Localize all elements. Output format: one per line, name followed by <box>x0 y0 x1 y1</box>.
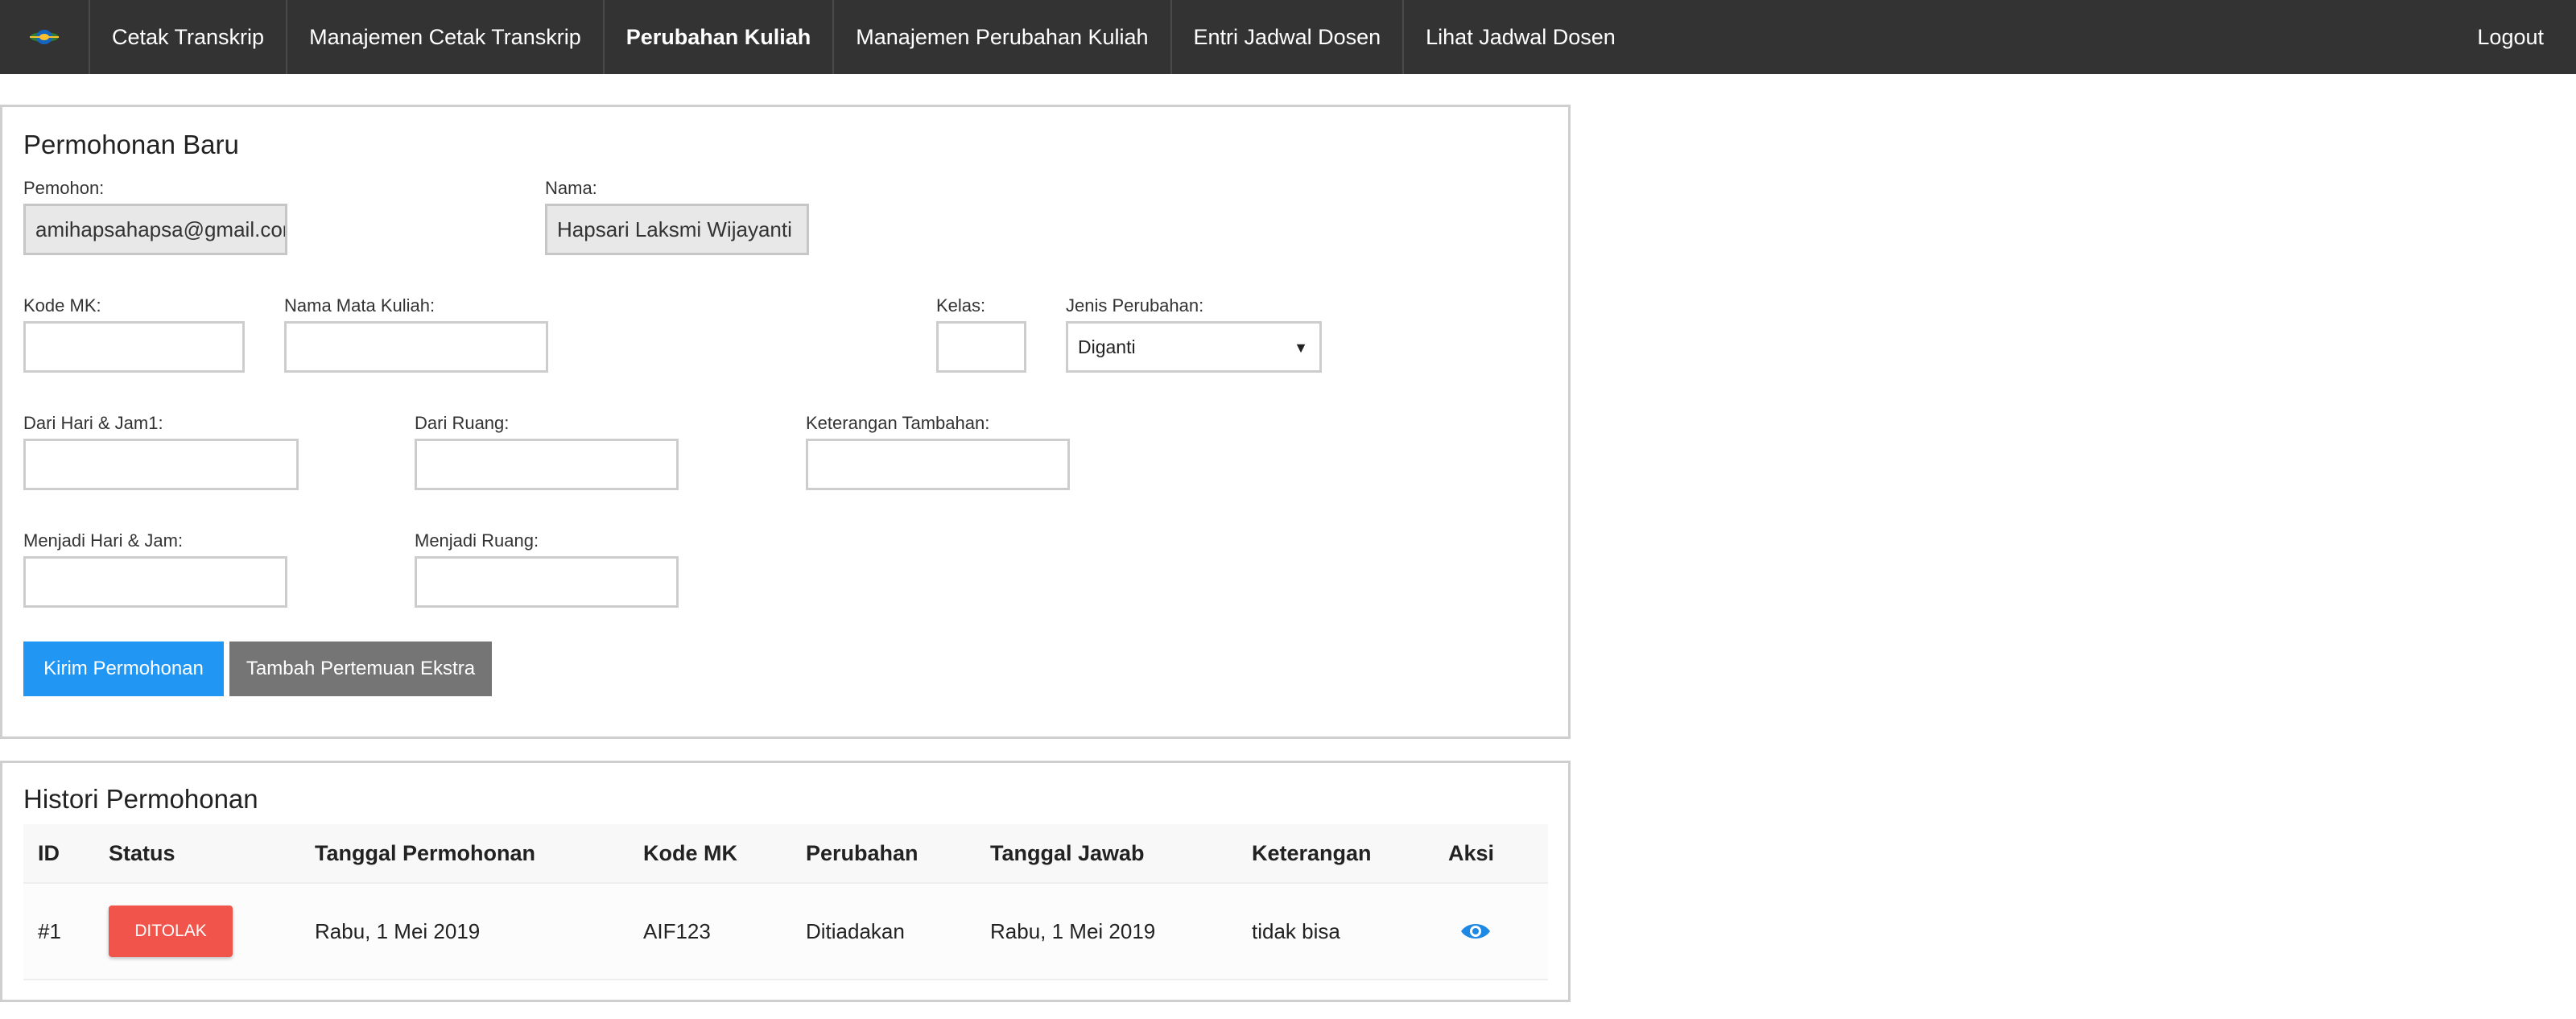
header-kode-mk: Kode MK <box>643 840 737 865</box>
kode-mk-field[interactable] <box>23 321 245 373</box>
status-badge: DITOLAK <box>109 906 233 957</box>
nama-label: Nama: <box>545 178 597 198</box>
nama-mk-field[interactable] <box>284 321 548 373</box>
nav-manajemen-perubahan-kuliah[interactable]: Manajemen Perubahan Kuliah <box>834 0 1172 74</box>
nav-manajemen-cetak-transkrip[interactable]: Manajemen Cetak Transkrip <box>287 0 605 74</box>
row-keterangan: tidak bisa <box>1252 918 1340 943</box>
dari-ruang-label: Dari Ruang: <box>415 413 510 433</box>
university-logo-icon <box>30 30 59 44</box>
kelas-label: Kelas: <box>936 295 986 316</box>
header-tanggal-permohonan: Tanggal Permohonan <box>315 840 536 865</box>
history-table: ID Status Tanggal Permohonan Kode MK Per… <box>23 824 1548 980</box>
nama-mk-label: Nama Mata Kuliah: <box>284 295 436 316</box>
row-tanggal-jawab: Rabu, 1 Mei 2019 <box>990 918 1156 943</box>
row-id: #1 <box>38 918 61 943</box>
dari-hari-field[interactable] <box>23 439 299 490</box>
logo[interactable] <box>0 0 90 74</box>
tambah-pertemuan-ekstra-button[interactable]: Tambah Pertemuan Ekstra <box>229 642 492 696</box>
kode-mk-label: Kode MK: <box>23 295 101 316</box>
top-navbar: Cetak Transkrip Manajemen Cetak Transkri… <box>0 0 2576 74</box>
kirim-permohonan-button[interactable]: Kirim Permohonan <box>23 642 224 696</box>
row-tanggal-permohonan: Rabu, 1 Mei 2019 <box>315 918 481 943</box>
menjadi-hari-field[interactable] <box>23 556 287 608</box>
kelas-field[interactable] <box>936 321 1026 373</box>
header-id: ID <box>38 840 60 865</box>
header-status: Status <box>109 840 175 865</box>
nama-field[interactable]: Hapsari Laksmi Wijayanti <box>545 204 809 255</box>
menjadi-ruang-field[interactable] <box>415 556 679 608</box>
menjadi-hari-label: Menjadi Hari & Jam: <box>23 530 184 551</box>
jenis-perubahan-value: Diganti <box>1078 336 1136 357</box>
nav-cetak-transkrip[interactable]: Cetak Transkrip <box>90 0 288 74</box>
nav-perubahan-kuliah[interactable]: Perubahan Kuliah <box>605 0 835 74</box>
new-request-card: Permohonan Baru Pemohon: amihapsahapsa@g… <box>0 105 1571 739</box>
header-tanggal-jawab: Tanggal Jawab <box>990 840 1145 865</box>
jenis-perubahan-select[interactable]: Diganti ▼ <box>1066 321 1322 373</box>
eye-icon[interactable] <box>1459 920 1492 943</box>
new-request-title: Permohonan Baru <box>23 130 239 159</box>
history-title: Histori Permohonan <box>23 784 258 814</box>
row-perubahan: Ditiadakan <box>806 918 905 943</box>
row-status: DITOLAK <box>109 884 233 979</box>
logout-link[interactable]: Logout <box>2477 0 2544 74</box>
table-header: ID Status Tanggal Permohonan Kode MK Per… <box>23 824 1548 882</box>
jenis-perubahan-label: Jenis Perubahan: <box>1066 295 1204 316</box>
history-card: Histori Permohonan ID Status Tanggal Per… <box>0 761 1571 1002</box>
nav-entri-jadwal-dosen[interactable]: Entri Jadwal Dosen <box>1172 0 1405 74</box>
pemohon-label: Pemohon: <box>23 178 105 198</box>
nav-lihat-jadwal-dosen[interactable]: Lihat Jadwal Dosen <box>1404 0 1637 74</box>
row-kode-mk: AIF123 <box>643 918 711 943</box>
header-keterangan: Keterangan <box>1252 840 1372 865</box>
pemohon-field[interactable]: amihapsahapsa@gmail.com <box>23 204 287 255</box>
row-aksi <box>1459 884 1492 979</box>
header-aksi: Aksi <box>1448 840 1495 865</box>
dari-ruang-field[interactable] <box>415 439 679 490</box>
keterangan-label: Keterangan Tambahan: <box>806 413 990 433</box>
header-perubahan: Perubahan <box>806 840 919 865</box>
dari-hari-label: Dari Hari & Jam1: <box>23 413 163 433</box>
keterangan-field[interactable] <box>806 439 1070 490</box>
menjadi-ruang-label: Menjadi Ruang: <box>415 530 539 551</box>
caret-down-icon: ▼ <box>1294 340 1308 356</box>
table-row: #1 DITOLAK Rabu, 1 Mei 2019 AIF123 Ditia… <box>23 882 1548 980</box>
